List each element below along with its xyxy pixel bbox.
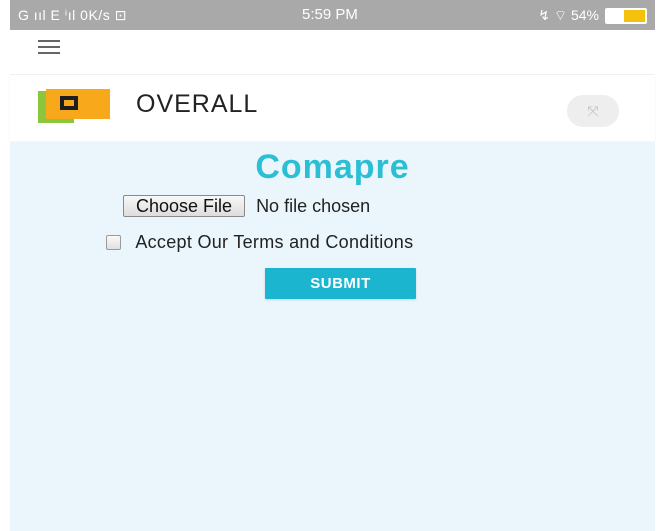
- top-menu-bar: [10, 30, 655, 75]
- logo-orange-block: [46, 89, 110, 119]
- terms-checkbox[interactable]: [106, 234, 121, 250]
- brand-name[interactable]: OVERALL: [136, 90, 258, 119]
- status-indicators: ↯ ⌔ 54%: [538, 7, 599, 23]
- terms-row: Accept Our Terms and Conditions: [106, 231, 413, 253]
- terms-label[interactable]: Accept Our Terms and Conditions: [135, 232, 413, 252]
- logo-box: [60, 96, 78, 110]
- page-title: Comapre: [255, 148, 410, 186]
- file-upload-row: Choose File No file chosen: [123, 195, 370, 219]
- expand-button[interactable]: ⤧: [567, 95, 619, 127]
- choose-file-button[interactable]: Choose File: [123, 195, 246, 218]
- status-time: 5:59 PM: [302, 6, 358, 23]
- hamburger-icon[interactable]: [38, 40, 60, 54]
- main-content: Comapre Choose File No file chosen Accep…: [10, 142, 655, 531]
- battery-level: [624, 10, 645, 22]
- file-status-text: No file chosen: [256, 195, 371, 216]
- submit-button[interactable]: SUBMIT: [265, 268, 416, 299]
- status-signal-info: G ııl E ⁱıl 0K/s ⊡: [18, 7, 127, 23]
- brand-header: OVERALL ⤧: [10, 75, 655, 141]
- battery-icon: [605, 8, 647, 24]
- status-bar: G ııl E ⁱıl 0K/s ⊡ 5:59 PM ↯ ⌔ 54%: [10, 0, 655, 30]
- overall-logo[interactable]: [38, 89, 110, 123]
- expand-arrows-icon: ⤧: [587, 103, 599, 119]
